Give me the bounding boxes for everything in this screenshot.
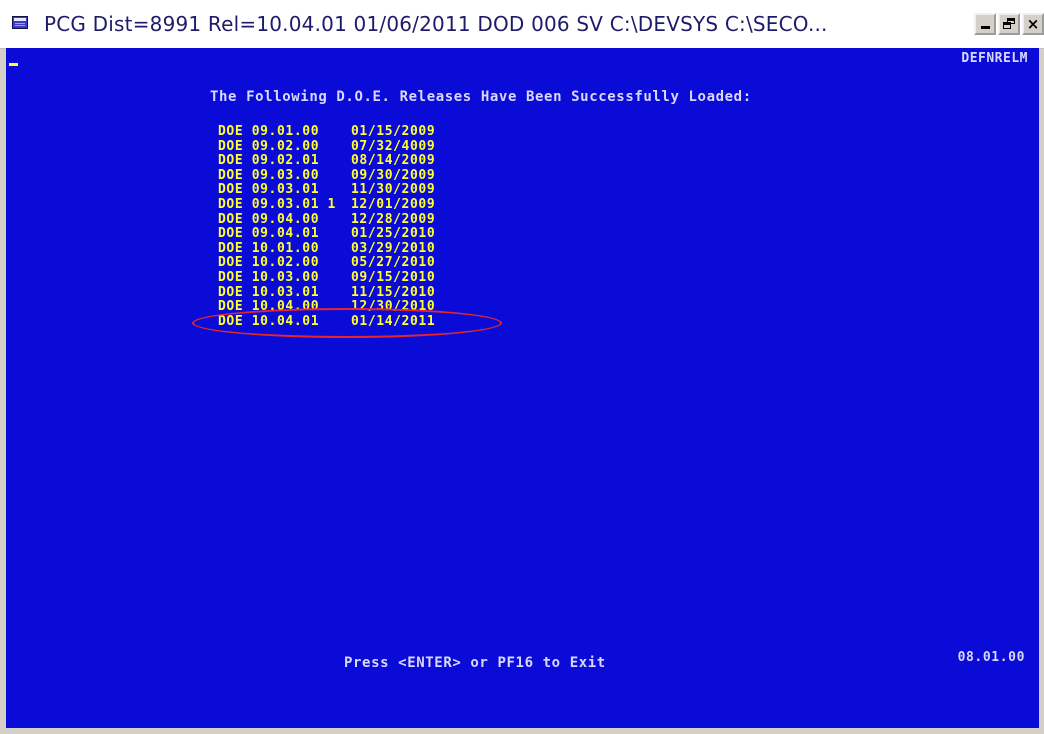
release-number: DOE 10.03.00	[218, 269, 320, 285]
close-icon: ×	[1026, 15, 1040, 33]
terminal-window: PCG Dist=8991 Rel=10.04.01 01/06/2011 DO…	[0, 0, 1044, 734]
release-date: 01/14/2011	[351, 313, 436, 329]
release-number: DOE 10.04.00	[218, 299, 320, 315]
close-button[interactable]: ×	[1022, 13, 1044, 35]
release-row: DOE 09.03.01 1 12/01/2009	[218, 196, 436, 213]
release-number: DOE 10.04.01	[218, 313, 320, 329]
release-date: 12/30/2010	[351, 299, 436, 315]
version-label: 08.01.00	[957, 650, 1025, 665]
release-row: DOE 10.03.01 11/15/2010	[218, 284, 436, 301]
release-number: DOE 10.02.00	[218, 255, 320, 271]
window-controls: ×	[974, 13, 1044, 35]
screen-id: DEFNRELM	[961, 51, 1028, 66]
release-row: DOE 09.03.00 09/30/2009	[218, 167, 436, 184]
release-number: DOE 09.03.00	[218, 167, 320, 183]
release-date: 12/28/2009	[351, 211, 436, 227]
page-heading: The Following D.O.E. Releases Have Been …	[210, 89, 752, 105]
release-number: DOE 09.04.00	[218, 211, 320, 227]
release-row: DOE 09.04.00 12/28/2009	[218, 211, 436, 228]
release-row: DOE 10.04.01 01/14/2011	[218, 313, 436, 330]
window-title: PCG Dist=8991 Rel=10.04.01 01/06/2011 DO…	[44, 12, 828, 36]
release-number: DOE 09.03.01	[218, 182, 320, 198]
release-date: 12/01/2009	[351, 196, 436, 212]
release-date: 05/27/2010	[351, 255, 436, 271]
release-number: DOE 09.03.01 1	[218, 196, 336, 212]
release-list: DOE 09.01.00 01/15/2009 DOE 09.02.00 07/32/…	[218, 124, 436, 330]
release-date: 01/15/2009	[351, 124, 436, 139]
title-bar[interactable]: PCG Dist=8991 Rel=10.04.01 01/06/2011 DO…	[0, 0, 1044, 49]
release-date: 07/32/4009	[351, 138, 436, 154]
release-number: DOE 09.04.01	[218, 226, 320, 242]
terminal-screen[interactable]: DEFNRELM The Following D.O.E. Releases H…	[6, 48, 1039, 728]
release-date: 09/15/2010	[351, 269, 436, 285]
release-row: DOE 10.04.00 12/30/2010	[218, 300, 435, 315]
release-row: DOE 10.01.00 03/29/2010	[218, 240, 436, 257]
release-row: DOE 09.02.01 08/14/2009	[218, 154, 435, 169]
release-date: 11/15/2010	[351, 284, 436, 300]
release-date: 09/30/2009	[351, 167, 436, 183]
release-date: 08/14/2009	[351, 153, 436, 169]
release-row: DOE 09.03.01 11/30/2009	[218, 183, 435, 198]
minimize-button[interactable]	[974, 13, 996, 35]
release-number: DOE 10.01.00	[218, 240, 320, 256]
release-date: 03/29/2010	[351, 240, 436, 256]
release-number: DOE 09.01.00	[218, 124, 320, 139]
restore-button[interactable]	[998, 13, 1020, 35]
release-row: DOE 09.04.01 01/25/2010	[218, 227, 435, 242]
terminal-app-icon[interactable]	[12, 16, 28, 29]
release-number: DOE 10.03.01	[218, 284, 320, 300]
release-row: DOE 09.01.00 01/15/2009	[218, 124, 436, 140]
release-row: DOE 09.02.00 07/32/4009	[218, 138, 436, 155]
exit-prompt: Press <ENTER> or PF16 to Exit	[344, 655, 606, 671]
release-date: 11/30/2009	[351, 182, 436, 198]
release-date: 01/25/2010	[351, 226, 436, 242]
release-number: DOE 09.02.01	[218, 153, 320, 169]
release-row: DOE 10.02.00 05/27/2010	[218, 256, 435, 271]
release-row: DOE 10.03.00 09/15/2010	[218, 269, 436, 286]
release-number: DOE 09.02.00	[218, 138, 320, 154]
text-cursor	[9, 63, 18, 66]
